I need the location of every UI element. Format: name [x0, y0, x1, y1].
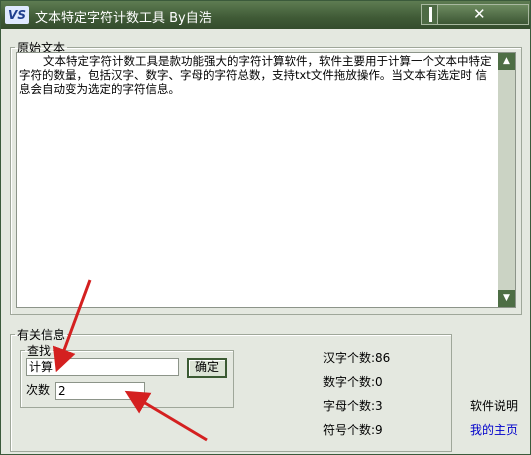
close-button[interactable]: ✕ [437, 4, 529, 25]
count-field[interactable]: 2 [55, 382, 145, 400]
chinese-count-stat: 汉字个数:86 [323, 351, 391, 365]
scroll-up-icon[interactable]: ▲ [498, 53, 515, 70]
help-link[interactable]: 软件说明 [470, 397, 518, 414]
vertical-scrollbar[interactable]: ▲ ▼ [498, 53, 515, 307]
search-input[interactable]: 计算 [26, 358, 179, 376]
close-icon: ✕ [473, 5, 486, 23]
info-legend: 有关信息 [17, 328, 66, 342]
symbol-count-stat: 符号个数:9 [323, 423, 383, 437]
count-label: 次数 [26, 383, 51, 397]
source-text-area[interactable]: 文本特定字符计数工具是款功能强大的字符计算软件，软件主要用于计算一个文本中特定字… [16, 52, 516, 308]
scroll-down-icon[interactable]: ▼ [498, 290, 515, 307]
minimize-icon [429, 7, 432, 22]
app-logo-icon: VS [5, 6, 29, 24]
source-text-content[interactable]: 文本特定字符计数工具是款功能强大的字符计算软件，软件主要用于计算一个文本中特定字… [19, 54, 495, 96]
window-title: 文本特定字符计数工具 By自浩 [35, 11, 212, 26]
letter-count-stat: 字母个数:3 [323, 399, 383, 413]
confirm-button[interactable]: 确定 [187, 358, 227, 378]
main-window: VS 文本特定字符计数工具 By自浩 ✕ 原始文本 文本特定字符计数工具是款功能… [0, 0, 531, 455]
homepage-link[interactable]: 我的主页 [470, 421, 518, 438]
search-legend: 查找 [27, 344, 52, 358]
digit-count-stat: 数字个数:0 [323, 375, 383, 389]
title-bar[interactable]: VS 文本特定字符计数工具 By自浩 ✕ [1, 1, 530, 29]
